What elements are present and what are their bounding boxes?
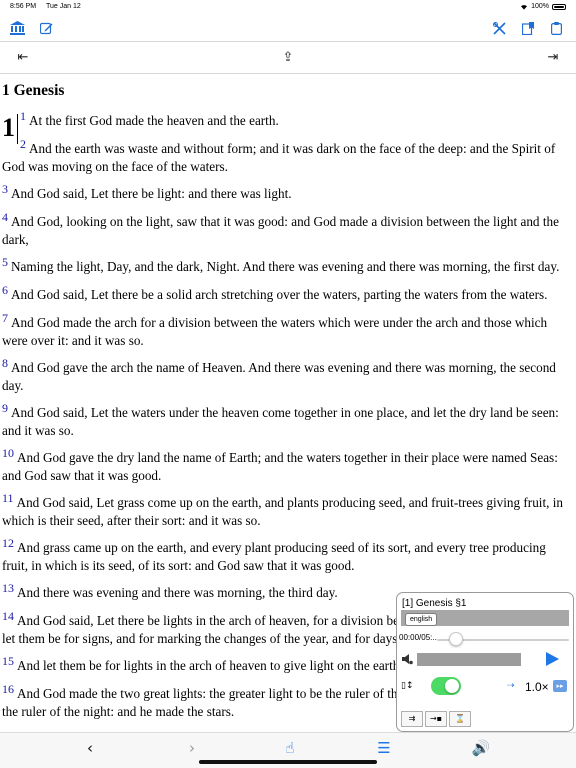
verse-text: And God said, Let grass come up on the e… xyxy=(2,495,563,528)
verse-text: And God said, Let there be light: and th… xyxy=(11,186,292,201)
next-chapter-icon[interactable]: ⇥ xyxy=(544,50,562,66)
verse-text: And there was evening and there was morn… xyxy=(17,585,338,600)
top-toolbar xyxy=(0,14,576,41)
verse-number[interactable]: 11 xyxy=(2,491,14,505)
speed-up-icon[interactable]: ▸▸ xyxy=(553,680,567,692)
bookmark-icon[interactable] xyxy=(520,20,536,36)
verse-text: And God said, Let the waters under the h… xyxy=(2,405,559,438)
status-bar: 8:56 PM Tue Jan 12 100% xyxy=(0,0,576,14)
verse-number[interactable]: 7 xyxy=(2,311,8,325)
verse-text: And God gave the arch the name of Heaven… xyxy=(2,360,556,393)
verse-number[interactable]: 14 xyxy=(2,609,14,623)
sync-scroll-icon: ▯↕ xyxy=(401,681,414,691)
verse-number[interactable]: 12 xyxy=(2,536,14,550)
verse[interactable]: 4 And God, looking on the light, saw that… xyxy=(2,210,572,248)
verse-text: And God gave the dry land the name of Ea… xyxy=(2,450,558,483)
forward-chevron-icon[interactable]: › xyxy=(182,739,202,757)
verse-number[interactable]: 1 xyxy=(20,109,26,123)
verse-text: At the first God made the heaven and the… xyxy=(29,113,279,128)
battery-icon xyxy=(552,3,566,10)
continuous-play-icon[interactable]: ⇉ xyxy=(401,711,423,727)
verse[interactable]: 2 And the earth was waste and without for… xyxy=(2,137,572,175)
voice-speaker-icon[interactable] xyxy=(401,653,413,665)
verse-number[interactable]: 10 xyxy=(2,446,14,460)
verse-number[interactable]: 13 xyxy=(2,581,14,595)
dropcap-rule xyxy=(17,114,18,144)
copy-icon[interactable] xyxy=(548,20,564,36)
verse[interactable]: 5 Naming the light, Day, and the dark, Ni… xyxy=(2,255,572,276)
stop-at-end-icon[interactable]: →▪ xyxy=(425,711,447,727)
verse[interactable]: 11 And God said, Let grass come up on the… xyxy=(2,491,572,529)
verse[interactable]: 9 And God said, Let the waters under the … xyxy=(2,401,572,439)
autoplay-toggle[interactable] xyxy=(431,677,461,695)
playback-time: 00:00/05:.. xyxy=(399,633,437,642)
speed-arrow-icon: ⇢ xyxy=(507,681,515,691)
battery-percent: 100% xyxy=(531,3,549,10)
edit-note-icon[interactable] xyxy=(38,20,54,36)
verse-text: And grass came up on the earth, and ever… xyxy=(2,540,546,573)
toggle-knob xyxy=(445,679,459,693)
back-chevron-icon[interactable]: ‹ xyxy=(80,739,100,757)
chapter-title: 1 Genesis xyxy=(2,82,65,99)
toolbar-divider xyxy=(0,41,576,42)
verse-number[interactable]: 3 xyxy=(2,182,8,196)
verse-text: And the earth was waste and without form… xyxy=(2,141,556,174)
verse[interactable]: 3 And God said, Let there be light: and t… xyxy=(2,182,572,203)
wifi-icon xyxy=(521,4,528,10)
status-time: 8:56 PM xyxy=(10,3,37,10)
verse-number[interactable]: 9 xyxy=(2,401,8,415)
tap-icon[interactable]: ☝ xyxy=(280,739,300,757)
verse[interactable]: 7 And God made the arch for a division be… xyxy=(2,311,572,349)
library-icon[interactable] xyxy=(9,20,25,36)
verse[interactable]: 8 And God gave the arch the name of Heave… xyxy=(2,356,572,394)
verse-number[interactable]: 16 xyxy=(2,682,14,696)
play-icon[interactable] xyxy=(544,651,560,667)
verse[interactable]: 12 And grass came up on the earth, and ev… xyxy=(2,536,572,574)
verse-number[interactable]: 4 xyxy=(2,210,8,224)
previous-chapter-icon[interactable]: ⇤ xyxy=(14,50,32,66)
verse-text: Naming the light, Day, and the dark, Nig… xyxy=(11,259,560,274)
speaker-icon[interactable]: 🔊 xyxy=(471,739,491,757)
playback-slider-thumb[interactable] xyxy=(448,632,463,646)
chapter-nav: ⇤ ⇪ ⇥ xyxy=(0,46,576,70)
verse-text: And God made the arch for a division bet… xyxy=(2,315,548,348)
share-icon[interactable]: ⇪ xyxy=(279,50,297,66)
verse-text: And God, looking on the light, saw that … xyxy=(2,214,559,247)
verse[interactable]: 10 And God gave the dry land the name of … xyxy=(2,446,572,484)
tools-icon[interactable] xyxy=(491,20,507,36)
nav-divider xyxy=(0,73,576,74)
verse-text: And God said, Let there be a solid arch … xyxy=(11,287,548,302)
verse[interactable]: 6 And God said, Let there be a solid arch… xyxy=(2,283,572,304)
player-extra-controls: ⇉ →▪ ⌛ xyxy=(401,711,473,727)
audio-player-panel: [1] Genesis §1 english 00:00/05:.. ▯↕ ⇢ … xyxy=(396,592,574,732)
verse-number[interactable]: 2 xyxy=(20,137,26,151)
home-indicator xyxy=(199,760,377,764)
verse-number[interactable]: 5 xyxy=(2,255,8,269)
language-selector[interactable]: english xyxy=(405,613,438,626)
verse-number[interactable]: 6 xyxy=(2,283,8,297)
player-title: [1] Genesis §1 xyxy=(402,598,467,609)
verse[interactable]: 1 1 At the first God made the heaven and t… xyxy=(2,109,572,144)
status-right: 100% xyxy=(520,3,566,10)
sleep-timer-icon[interactable]: ⌛ xyxy=(449,711,471,727)
status-date: Tue Jan 12 xyxy=(46,3,81,10)
voice-selector-bar[interactable] xyxy=(417,653,521,666)
list-icon[interactable]: ☰ xyxy=(374,739,394,757)
playback-speed[interactable]: 1.0× xyxy=(525,680,549,694)
verse-number[interactable]: 8 xyxy=(2,356,8,370)
verse-number[interactable]: 15 xyxy=(2,654,14,668)
chapter-dropcap: 1 xyxy=(2,113,15,142)
